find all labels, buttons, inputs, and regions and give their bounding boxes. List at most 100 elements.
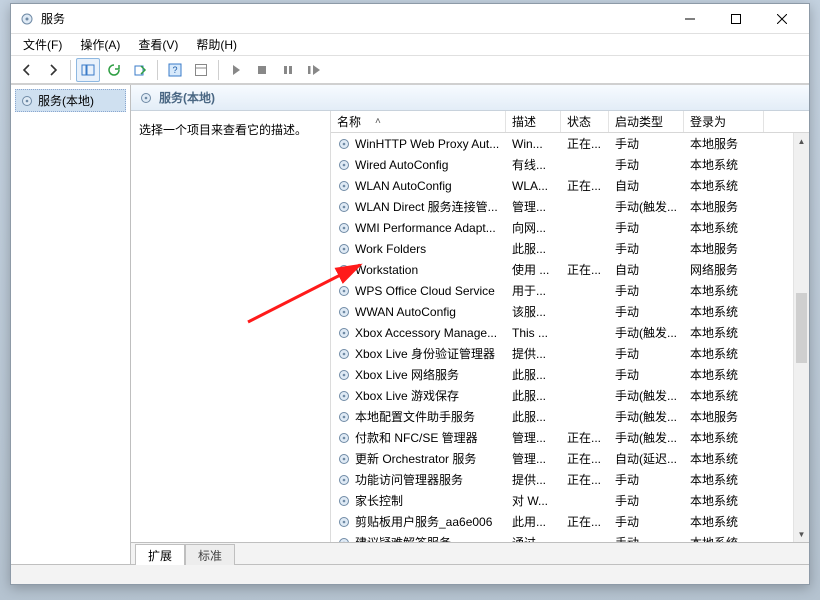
table-row[interactable]: Xbox Live 网络服务此服...手动本地系统 [331, 364, 793, 385]
table-row[interactable]: WWAN AutoConfig该服...手动本地系统 [331, 301, 793, 322]
table-row[interactable]: 本地配置文件助手服务此服...手动(触发...本地服务 [331, 406, 793, 427]
menu-action[interactable]: 操作(A) [72, 34, 128, 55]
table-row[interactable]: 剪贴板用户服务_aa6e006此用...正在...手动本地系统 [331, 511, 793, 532]
start-service-button[interactable] [224, 58, 248, 82]
table-row[interactable]: Xbox Live 游戏保存此服...手动(触发...本地系统 [331, 385, 793, 406]
scroll-up-icon[interactable]: ▲ [794, 133, 809, 149]
gear-icon [337, 200, 351, 214]
table-row[interactable]: 家长控制对 W...手动本地系统 [331, 490, 793, 511]
cell-name: WMI Performance Adapt... [331, 221, 506, 235]
separator [70, 60, 71, 80]
table-row[interactable]: WMI Performance Adapt...向网...手动本地系统 [331, 217, 793, 238]
show-hide-tree-button[interactable] [76, 58, 100, 82]
cell-logon: 本地系统 [684, 492, 764, 509]
table-row[interactable]: Xbox Live 身份验证管理器提供...手动本地系统 [331, 343, 793, 364]
view-tabs: 扩展 标准 [131, 542, 809, 564]
column-description[interactable]: 描述 [506, 111, 561, 132]
cell-startup: 手动(触发... [609, 324, 684, 341]
menu-file[interactable]: 文件(F) [15, 34, 70, 55]
cell-name: 本地配置文件助手服务 [331, 408, 506, 425]
cell-startup: 手动 [609, 135, 684, 152]
cell-logon: 本地系统 [684, 156, 764, 173]
gear-icon [337, 242, 351, 256]
table-row[interactable]: WLAN AutoConfigWLA...正在...自动本地系统 [331, 175, 793, 196]
stop-service-button[interactable] [250, 58, 274, 82]
pause-service-button[interactable] [276, 58, 300, 82]
cell-description: 此服... [506, 240, 561, 257]
menu-view[interactable]: 查看(V) [130, 34, 186, 55]
cell-startup: 自动 [609, 177, 684, 194]
cell-name: Work Folders [331, 242, 506, 256]
cell-startup: 手动 [609, 282, 684, 299]
cell-name: Workstation [331, 263, 506, 277]
table-row[interactable]: 更新 Orchestrator 服务管理...正在...自动(延迟...本地系统 [331, 448, 793, 469]
cell-startup: 自动 [609, 261, 684, 278]
table-row[interactable]: WPS Office Cloud Service用于...手动本地系统 [331, 280, 793, 301]
maximize-button[interactable] [713, 5, 759, 33]
cell-logon: 本地系统 [684, 450, 764, 467]
tree-item-services-local[interactable]: 服务(本地) [15, 89, 126, 112]
cell-description: 通过... [506, 534, 561, 542]
tab-extended[interactable]: 扩展 [135, 544, 185, 565]
services-list: 名称 描述 状态 启动类型 登录为 WinHTTP Web Proxy Aut.… [331, 111, 809, 542]
gear-icon [337, 494, 351, 508]
table-row[interactable]: WinHTTP Web Proxy Aut...Win...正在...手动本地服… [331, 133, 793, 154]
table-row[interactable]: Workstation使用 ...正在...自动网络服务 [331, 259, 793, 280]
table-row[interactable]: Work Folders此服...手动本地服务 [331, 238, 793, 259]
refresh-button[interactable] [102, 58, 126, 82]
table-row[interactable]: 建议疑难解答服务通过...手动本地系统 [331, 532, 793, 542]
cell-name: WPS Office Cloud Service [331, 284, 506, 298]
pane-header: 服务(本地) [131, 85, 809, 111]
cell-status: 正在... [561, 177, 609, 194]
minimize-button[interactable] [667, 5, 713, 33]
cell-startup: 手动(触发... [609, 408, 684, 425]
list-body[interactable]: WinHTTP Web Proxy Aut...Win...正在...手动本地服… [331, 133, 809, 542]
cell-name: 功能访问管理器服务 [331, 471, 506, 488]
menu-help[interactable]: 帮助(H) [188, 34, 245, 55]
export-list-button[interactable] [128, 58, 152, 82]
separator [218, 60, 219, 80]
restart-service-button[interactable] [302, 58, 326, 82]
cell-logon: 本地系统 [684, 471, 764, 488]
table-row[interactable]: 功能访问管理器服务提供...正在...手动本地系统 [331, 469, 793, 490]
tab-standard[interactable]: 标准 [185, 544, 235, 565]
column-name[interactable]: 名称 [331, 111, 506, 132]
cell-logon: 本地系统 [684, 387, 764, 404]
pane-header-label: 服务(本地) [159, 89, 215, 106]
window-title: 服务 [41, 10, 667, 27]
nav-back-button[interactable] [15, 58, 39, 82]
cell-description: 此用... [506, 513, 561, 530]
close-button[interactable] [759, 5, 805, 33]
title-bar[interactable]: 服务 [11, 4, 809, 34]
cell-name: Xbox Live 游戏保存 [331, 387, 506, 404]
cell-startup: 手动 [609, 492, 684, 509]
cell-logon: 本地服务 [684, 198, 764, 215]
scroll-down-icon[interactable]: ▼ [794, 526, 809, 542]
nav-forward-button[interactable] [41, 58, 65, 82]
cell-logon: 本地服务 [684, 135, 764, 152]
cell-startup: 手动 [609, 471, 684, 488]
table-row[interactable]: Xbox Accessory Manage...This ...手动(触发...… [331, 322, 793, 343]
cell-logon: 本地系统 [684, 366, 764, 383]
cell-startup: 自动(延迟... [609, 450, 684, 467]
cell-description: 用于... [506, 282, 561, 299]
cell-status: 正在... [561, 513, 609, 530]
help-button[interactable]: ? [163, 58, 187, 82]
gear-icon [337, 410, 351, 424]
gear-icon [337, 179, 351, 193]
cell-description: 管理... [506, 450, 561, 467]
table-row[interactable]: WLAN Direct 服务连接管...管理...手动(触发...本地服务 [331, 196, 793, 217]
table-row[interactable]: Wired AutoConfig有线...手动本地系统 [331, 154, 793, 175]
gear-icon [337, 431, 351, 445]
column-startup-type[interactable]: 启动类型 [609, 111, 684, 132]
properties-button[interactable] [189, 58, 213, 82]
cell-name: WLAN AutoConfig [331, 179, 506, 193]
column-status[interactable]: 状态 [561, 111, 609, 132]
cell-name: Wired AutoConfig [331, 158, 506, 172]
vertical-scrollbar[interactable]: ▲ ▼ [793, 133, 809, 542]
column-logon-as[interactable]: 登录为 [684, 111, 764, 132]
table-row[interactable]: 付款和 NFC/SE 管理器管理...正在...手动(触发...本地系统 [331, 427, 793, 448]
scrollbar-thumb[interactable] [796, 293, 807, 363]
cell-description: 管理... [506, 198, 561, 215]
services-window: 服务 文件(F) 操作(A) 查看(V) 帮助(H) ? [10, 3, 810, 585]
